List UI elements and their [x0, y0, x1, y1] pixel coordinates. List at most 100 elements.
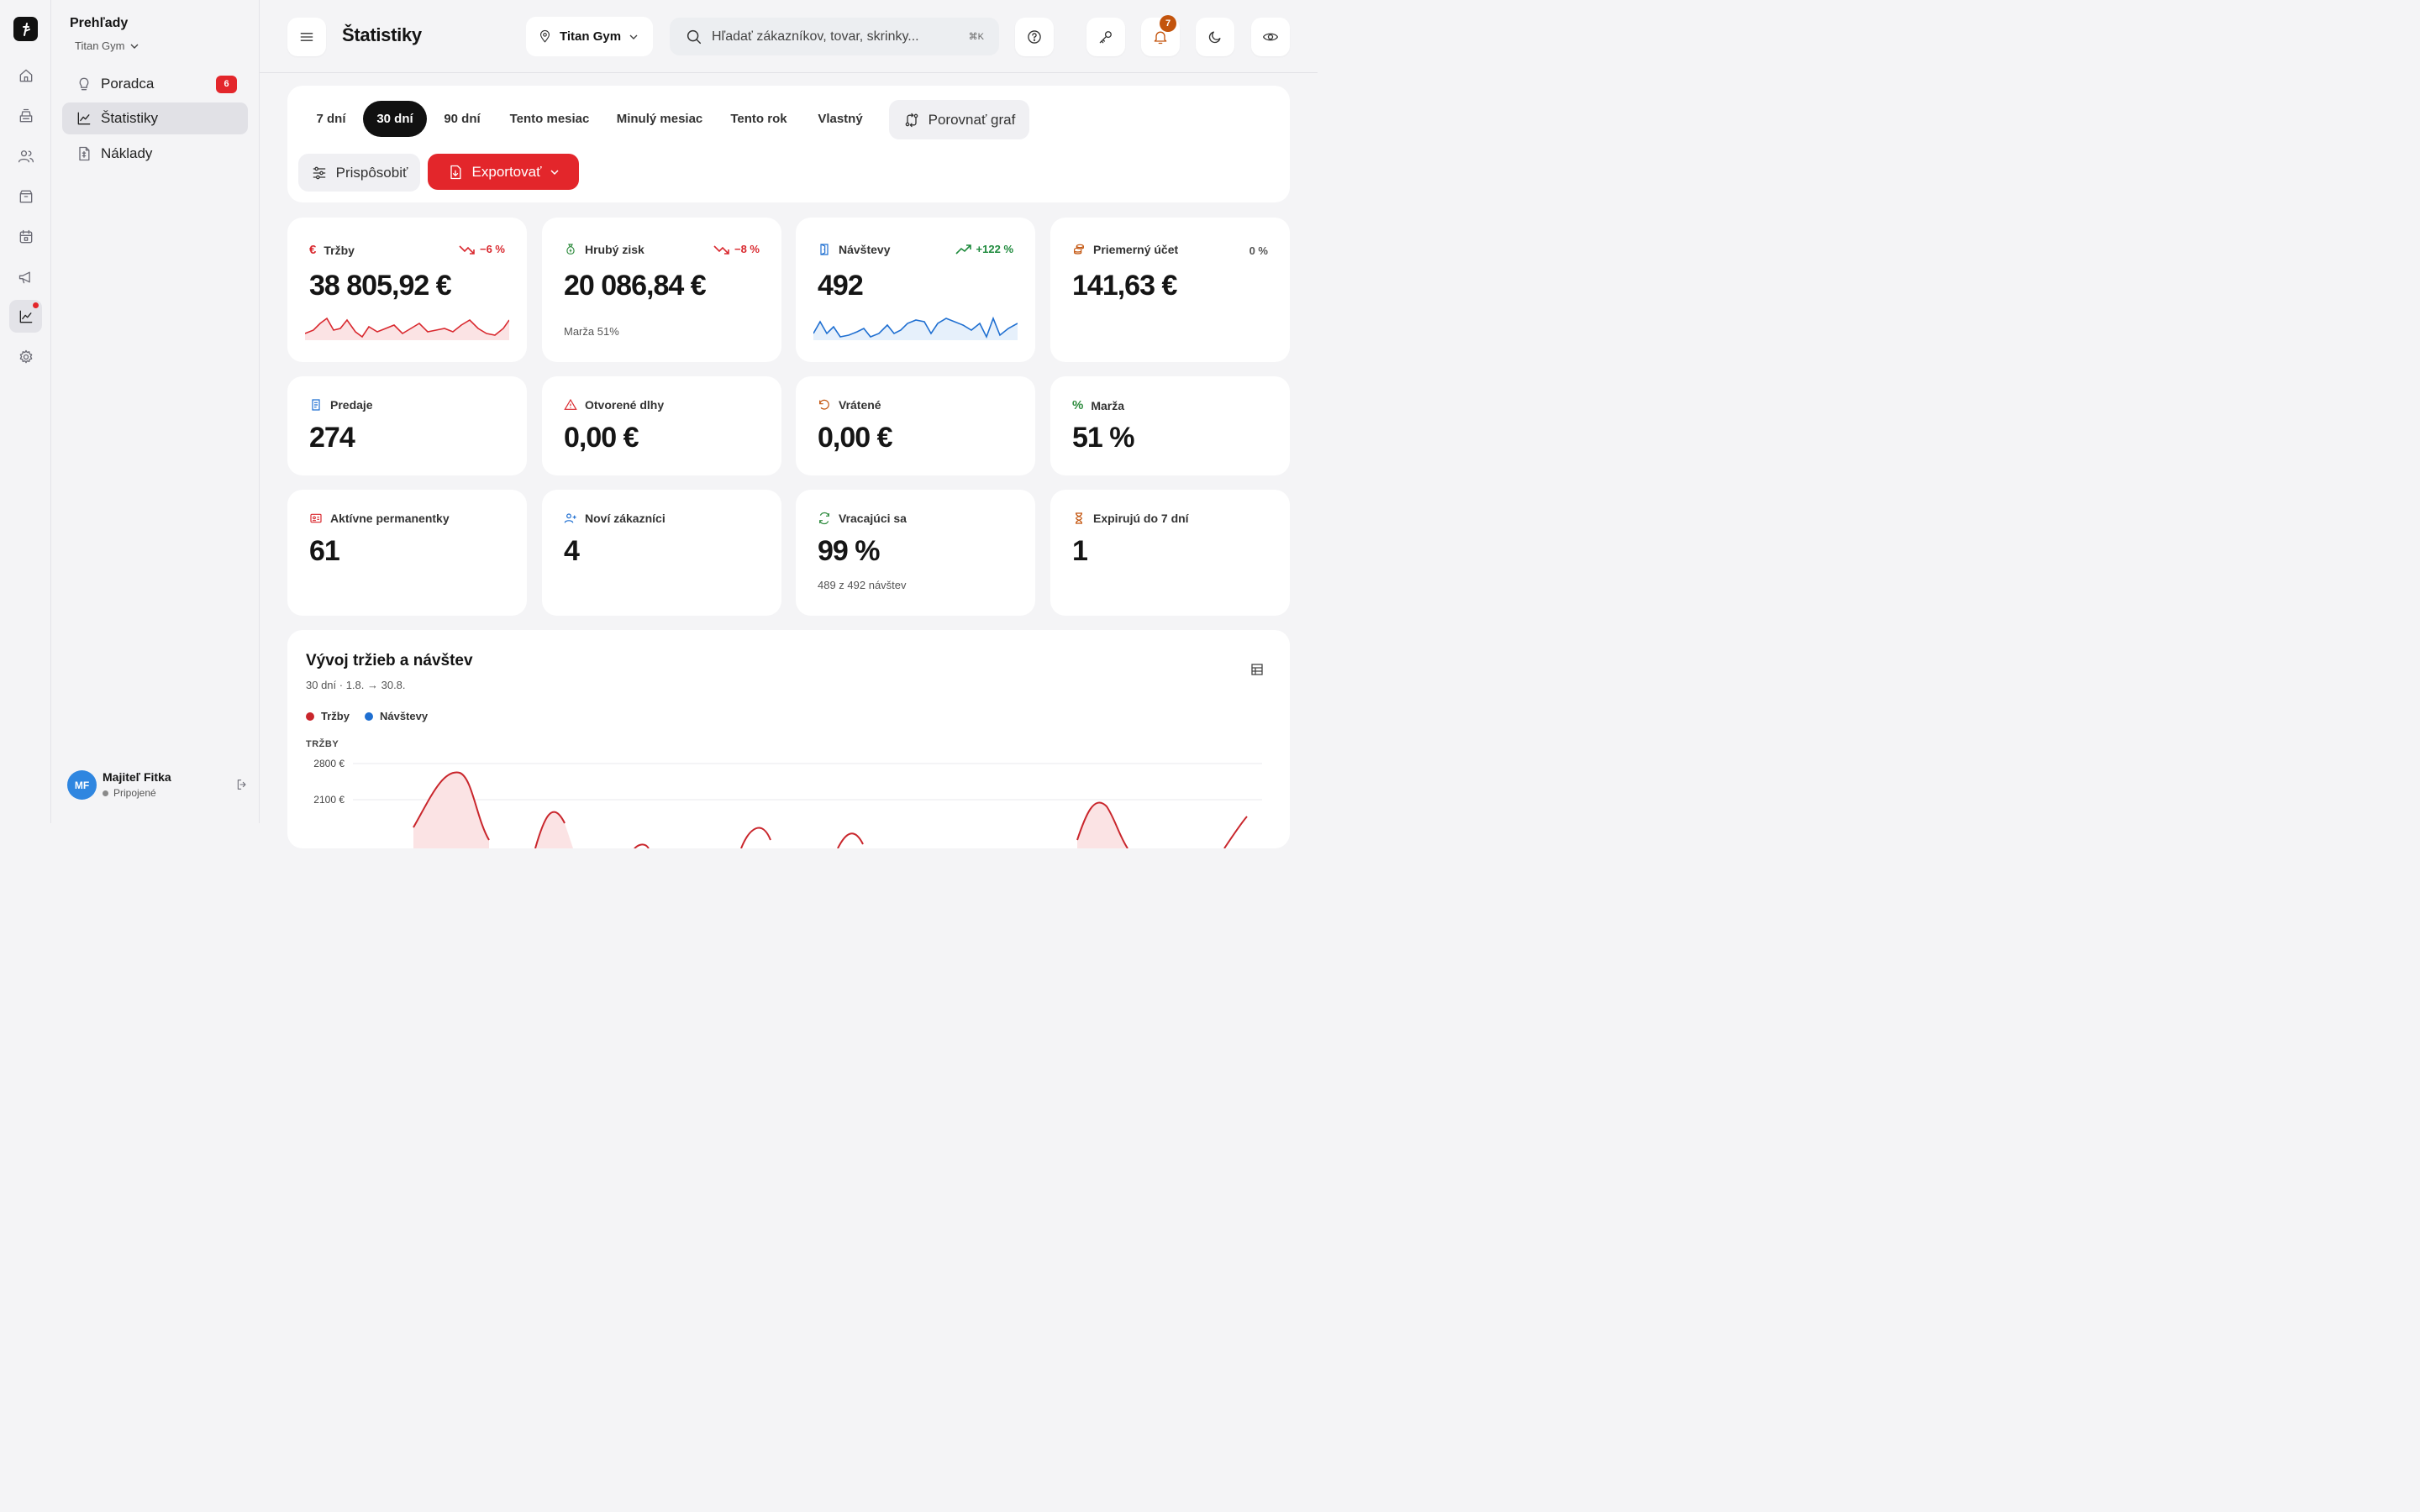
stat-card-active-memberships[interactable]: Aktívne permanentky 61: [287, 490, 527, 616]
rail-marketing[interactable]: [9, 260, 42, 293]
legend-item-revenue[interactable]: Tržby: [306, 710, 350, 722]
menu-button[interactable]: [287, 18, 326, 56]
stat-label-text: Aktívne permanentky: [330, 512, 450, 525]
table-view-button[interactable]: [1251, 664, 1263, 680]
legend-label: Návštevy: [379, 710, 429, 722]
rail-store[interactable]: [9, 180, 42, 213]
revenue-area: [1077, 802, 1128, 848]
rail-cash-register[interactable]: [9, 99, 42, 132]
stat-label: € Tržby: [309, 243, 355, 257]
hourglass-icon: [1076, 512, 1082, 524]
sidebar-item-poradca[interactable]: Poradca 6: [62, 68, 248, 100]
nav-sidebar: Prehľady Titan Gym Poradca 6 Štatistiky …: [51, 0, 260, 823]
rail-statistics[interactable]: [9, 300, 42, 333]
search-input[interactable]: Hľadať zákazníkov, tovar, skrinky... ⌘K: [670, 18, 999, 55]
stat-value: 61: [309, 535, 340, 567]
stat-trend-text: −6 %: [480, 243, 505, 255]
stat-value: 99 %: [818, 535, 880, 567]
rail-calendar[interactable]: [9, 220, 42, 253]
stat-card-returning[interactable]: Vracajúci sa 99 % 489 z 492 návštev: [796, 490, 1035, 616]
calendar-icon: [19, 229, 32, 243]
stat-card-new-customers[interactable]: Noví zákazníci 4: [542, 490, 781, 616]
stat-card-revenue[interactable]: € Tržby −6 % 38 805,92 €: [287, 218, 527, 362]
stat-card-expiring[interactable]: Expirujú do 7 dní 1: [1050, 490, 1290, 616]
sidebar-item-naklady[interactable]: Náklady: [62, 138, 248, 170]
rail-home[interactable]: [9, 59, 42, 92]
range-custom[interactable]: Vlastný: [807, 101, 874, 137]
key-icon: [1099, 31, 1112, 44]
range-this-year[interactable]: Tento rok: [719, 101, 798, 137]
advisor-badge: 6: [216, 75, 237, 93]
revenue-area-chart[interactable]: 2800 € 2100 €: [287, 748, 1290, 848]
legend-swatch: [306, 711, 314, 721]
location-pin-icon: [539, 29, 550, 43]
stat-trend-text: −8 %: [734, 243, 760, 255]
warning-icon: [564, 398, 577, 410]
stat-label-text: Vrátené: [839, 398, 881, 412]
stat-card-visits[interactable]: Návštevy +122 % 492: [796, 218, 1035, 362]
notifications-button[interactable]: 7: [1141, 15, 1180, 56]
search-shortcut: ⌘K: [968, 32, 984, 42]
compare-chart-button[interactable]: Porovnať graf: [889, 100, 1029, 139]
gear-icon: [19, 349, 32, 363]
home-icon: [19, 69, 32, 81]
key-button[interactable]: [1086, 18, 1125, 56]
user-status-text: Pripojené: [113, 787, 156, 799]
box-icon: [19, 190, 32, 202]
search-icon: [687, 29, 702, 44]
help-button[interactable]: [1015, 18, 1054, 56]
stat-trend: +122 %: [955, 243, 1013, 255]
stat-card-sales[interactable]: Predaje 274: [287, 376, 527, 475]
table-icon: [1251, 664, 1263, 675]
stat-value: 1: [1072, 535, 1088, 567]
customize-button[interactable]: Prispôsobiť: [298, 154, 420, 192]
stat-card-gross-profit[interactable]: Hrubý zisk −8 % 20 086,84 € Marža 51%: [542, 218, 781, 362]
range-last-month[interactable]: Minulý mesiac: [608, 101, 711, 137]
stat-card-margin[interactable]: % Marža 51 %: [1050, 376, 1290, 475]
range-30-days[interactable]: 30 dní: [363, 101, 427, 137]
range-90-days[interactable]: 90 dní: [434, 101, 491, 137]
stat-subtext: Marža 51%: [564, 325, 619, 338]
legend-item-visits[interactable]: Návštevy: [364, 710, 429, 722]
visits-sparkline: [813, 316, 1018, 340]
notification-count: 7: [1160, 15, 1176, 32]
refresh-icon: [819, 512, 829, 525]
range-7-days[interactable]: 7 dní: [306, 101, 356, 137]
stat-label: Otvorené dlhy: [564, 398, 664, 412]
export-button[interactable]: Exportovať: [428, 154, 579, 190]
users-icon: [18, 150, 34, 162]
org-switcher[interactable]: Titan Gym: [75, 39, 139, 52]
range-this-month[interactable]: Tento mesiac: [499, 101, 600, 137]
user-profile[interactable]: MF Majiteľ Fitka Pripojené: [67, 769, 246, 801]
chevron-down-icon: [130, 44, 139, 49]
stat-card-open-debts[interactable]: Otvorené dlhy 0,00 €: [542, 376, 781, 475]
y-tick-label: 2800 €: [313, 758, 345, 769]
legend-swatch: [364, 711, 373, 721]
user-plus-icon: [564, 513, 576, 523]
logout-button[interactable]: [235, 778, 249, 795]
avatar: MF: [67, 770, 97, 800]
stat-value: 38 805,92 €: [309, 270, 452, 302]
sidebar-item-statistiky[interactable]: Štatistiky: [62, 102, 248, 134]
privacy-toggle[interactable]: [1251, 18, 1290, 56]
sidebar-section-title: Prehľady: [70, 16, 129, 30]
stat-label-text: Predaje: [330, 398, 373, 412]
trend-down-icon: [459, 244, 475, 255]
stat-card-average-bill[interactable]: Priemerný účet 0 % 141,63 €: [1050, 218, 1290, 362]
stat-label: Noví zákazníci: [564, 512, 666, 525]
stat-label-text: Vracajúci sa: [839, 512, 907, 525]
chart-title: Vývoj tržieb a návštev: [306, 652, 473, 669]
hamburger-icon: [300, 33, 313, 41]
stat-label-text: Marža: [1091, 398, 1125, 412]
undo-icon: [819, 399, 829, 410]
stat-label: Expirujú do 7 dní: [1072, 512, 1189, 525]
rail-customers[interactable]: [9, 139, 42, 172]
gym-selector[interactable]: Titan Gym: [526, 17, 653, 56]
app-logo[interactable]: [13, 17, 38, 41]
rail-settings[interactable]: [9, 340, 42, 373]
stat-value: 0,00 €: [818, 422, 893, 454]
logout-icon: [237, 780, 246, 790]
dark-mode-toggle[interactable]: [1196, 18, 1234, 56]
stat-label-text: Hrubý zisk: [585, 243, 644, 256]
stat-card-returned[interactable]: Vrátené 0,00 €: [796, 376, 1035, 475]
